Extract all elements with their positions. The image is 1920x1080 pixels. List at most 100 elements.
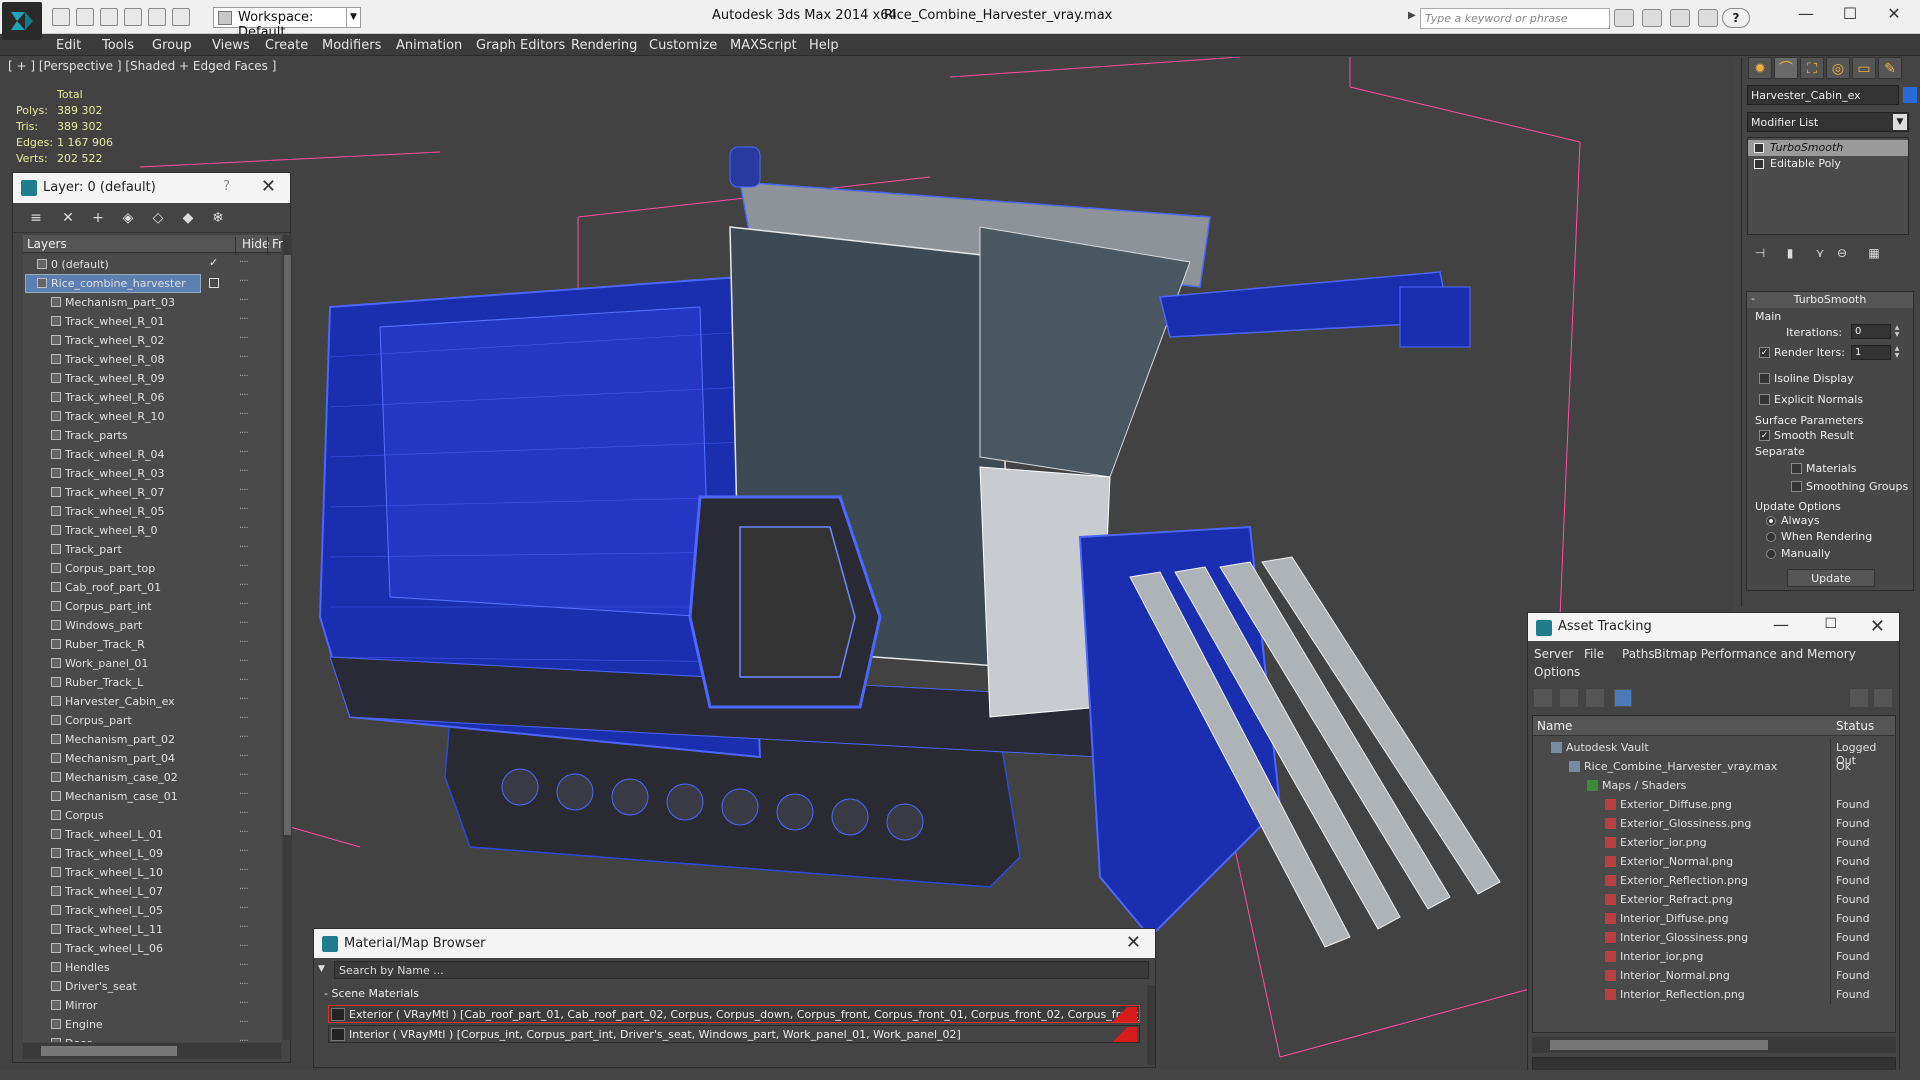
layer-item[interactable]: Track_wheel_R_05 ···· [23, 502, 281, 521]
lightbulb-icon[interactable] [1754, 143, 1764, 153]
layer-item[interactable]: Harvester_Cabin_ex ···· [23, 692, 281, 711]
maximize-icon[interactable]: ☐ [1824, 616, 1837, 632]
hide-toggle[interactable]: ···· [239, 694, 249, 705]
layer-item[interactable]: Ruber_Track_R ···· [23, 635, 281, 654]
asset-row[interactable]: Interior_Normal.png Found [1533, 966, 1895, 985]
spinner-arrows-icon[interactable]: ▲ ▼ [1893, 324, 1901, 339]
hide-toggle[interactable]: ···· [239, 808, 249, 819]
menu-customize[interactable]: Customize [649, 38, 717, 53]
hide-toggle[interactable]: ···· [239, 941, 249, 952]
create-tab-icon[interactable]: ✹ [1748, 57, 1772, 79]
hide-toggle[interactable]: ···· [239, 295, 249, 306]
hide-toggle[interactable]: ···· [239, 884, 249, 895]
asset-horizontal-scrollbar[interactable] [1532, 1037, 1896, 1053]
layer-item[interactable]: 0 (default) ✓ ···· [23, 255, 281, 274]
layer-item[interactable]: Track_wheel_L_11 ···· [23, 920, 281, 939]
display-tab-icon[interactable]: ▭ [1852, 57, 1876, 79]
layer-item[interactable]: Mechanism_part_02 ···· [23, 730, 281, 749]
explicit-normals-checkbox[interactable] [1759, 394, 1770, 405]
open-file-icon[interactable] [76, 8, 94, 26]
manually-radio[interactable] [1766, 549, 1776, 559]
object-color-swatch[interactable] [1903, 87, 1917, 103]
layer-item[interactable]: Corpus_part ···· [23, 711, 281, 730]
col-hide[interactable]: Hide [235, 237, 269, 255]
layer-item[interactable]: Track_wheel_L_06 ···· [23, 939, 281, 958]
asset-row[interactable]: Rice_Combine_Harvester_vray.max Ok [1533, 757, 1895, 776]
hide-toggle[interactable]: ···· [239, 352, 249, 363]
hide-toggle[interactable]: ···· [239, 447, 249, 458]
help-icon[interactable] [1850, 689, 1868, 707]
layer-item[interactable]: Track_wheel_R_07 ···· [23, 483, 281, 502]
app-logo-icon[interactable] [2, 2, 42, 40]
asset-menu-options[interactable]: Options [1534, 665, 1580, 679]
layer-item[interactable]: Mechanism_case_02 ···· [23, 768, 281, 787]
asset-row[interactable]: Autodesk Vault Logged Out [1533, 738, 1895, 767]
menu-create[interactable]: Create [265, 38, 308, 53]
col-name[interactable]: Name [1537, 719, 1572, 733]
hide-all-icon[interactable]: ◆ [179, 209, 197, 227]
hide-toggle[interactable]: ···· [239, 504, 249, 515]
iterations-spinner[interactable]: 0 [1851, 324, 1891, 339]
layer-panel-titlebar[interactable]: Layer: 0 (default) ? ✕ [13, 173, 290, 203]
minimize-icon[interactable]: — [1786, 4, 1826, 23]
hierarchy-tab-icon[interactable]: ⛶ [1800, 57, 1824, 79]
binoculars-icon[interactable] [1614, 9, 1634, 27]
viewport-label[interactable]: [ + ] [Perspective ] [Shaded + Edged Fac… [8, 59, 276, 73]
project-folder-icon[interactable] [172, 8, 190, 26]
close-icon[interactable]: ✕ [1874, 4, 1914, 23]
hide-toggle[interactable]: ···· [239, 371, 249, 382]
layer-item[interactable]: Work_panel_01 ···· [23, 654, 281, 673]
asset-row[interactable]: Exterior_Refract.png Found [1533, 890, 1895, 909]
hide-toggle[interactable]: ···· [239, 428, 249, 439]
motion-tab-icon[interactable]: ◎ [1826, 57, 1850, 79]
maximize-icon[interactable]: ☐ [1830, 4, 1870, 23]
close-icon[interactable]: ✕ [261, 176, 276, 197]
asset-menu-paths[interactable]: Paths [1622, 647, 1655, 661]
make-unique-icon[interactable]: ⋎ [1812, 246, 1828, 262]
layer-item[interactable]: Track_wheel_L_09 ···· [23, 844, 281, 863]
expand-icon[interactable] [1754, 159, 1764, 169]
create-layer-icon[interactable]: ≡ [27, 209, 45, 227]
thumbnail-view-icon[interactable] [1586, 689, 1604, 707]
layer-item[interactable]: Track_part ···· [23, 540, 281, 559]
chevron-down-icon[interactable]: ▼ [1893, 114, 1907, 130]
when-rendering-radio[interactable] [1766, 532, 1776, 542]
hide-toggle[interactable]: ···· [239, 751, 249, 762]
menu-group[interactable]: Group [152, 38, 192, 53]
minimize-icon[interactable]: — [1773, 615, 1789, 634]
communication-icon[interactable] [1670, 9, 1690, 27]
hide-toggle[interactable]: ···· [239, 314, 249, 325]
scroll-thumb[interactable] [284, 255, 291, 835]
hide-toggle[interactable]: ···· [239, 846, 249, 857]
stack-item-turbosmooth[interactable]: TurboSmooth [1748, 140, 1908, 156]
asset-row[interactable]: Interior_ior.png Found [1533, 947, 1895, 966]
material-row-interior[interactable]: Interior ( VRayMtl ) [Corpus_int, Corpus… [328, 1025, 1140, 1043]
hide-toggle[interactable]: ···· [239, 979, 249, 990]
hide-toggle[interactable]: ···· [239, 409, 249, 420]
layer-item[interactable]: Track_wheel_R_0 ···· [23, 521, 281, 540]
hide-toggle[interactable]: ···· [239, 732, 249, 743]
stack-item-editable-poly[interactable]: Editable Poly [1748, 156, 1908, 172]
material-search-input[interactable]: Search by Name ... [334, 961, 1149, 979]
chevron-down-icon[interactable]: ▼ [318, 964, 325, 974]
asset-row[interactable]: Exterior_ior.png Found [1533, 833, 1895, 852]
hide-toggle[interactable]: ···· [239, 789, 249, 800]
object-name-field[interactable]: Harvester_Cabin_ex [1747, 85, 1899, 105]
hide-toggle[interactable]: ···· [239, 865, 249, 876]
layer-horizontal-scrollbar[interactable] [23, 1043, 281, 1059]
settings-icon[interactable] [1874, 689, 1892, 707]
render-iters-spinner[interactable]: 1 [1851, 345, 1891, 360]
help-icon[interactable]: ? [223, 179, 230, 194]
hide-toggle[interactable]: ···· [239, 599, 249, 610]
remove-modifier-icon[interactable]: ⊖ [1834, 246, 1850, 262]
material-browser-titlebar[interactable]: Material/Map Browser ✕ [314, 929, 1155, 958]
hide-toggle[interactable]: ···· [239, 675, 249, 686]
select-objects-icon[interactable]: ◈ [119, 209, 137, 227]
menu-tools[interactable]: Tools [102, 38, 134, 53]
utilities-tab-icon[interactable]: ✎ [1878, 57, 1902, 79]
asset-tracking-titlebar[interactable]: Asset Tracking — ☐ ✕ [1528, 613, 1899, 641]
update-button[interactable]: Update [1787, 569, 1875, 587]
layer-item[interactable]: Rice_combine_harvester ···· [23, 274, 281, 293]
hide-toggle[interactable]: ···· [239, 485, 249, 496]
material-row-exterior[interactable]: Exterior ( VRayMtl ) [Cab_roof_part_01, … [328, 1005, 1140, 1023]
